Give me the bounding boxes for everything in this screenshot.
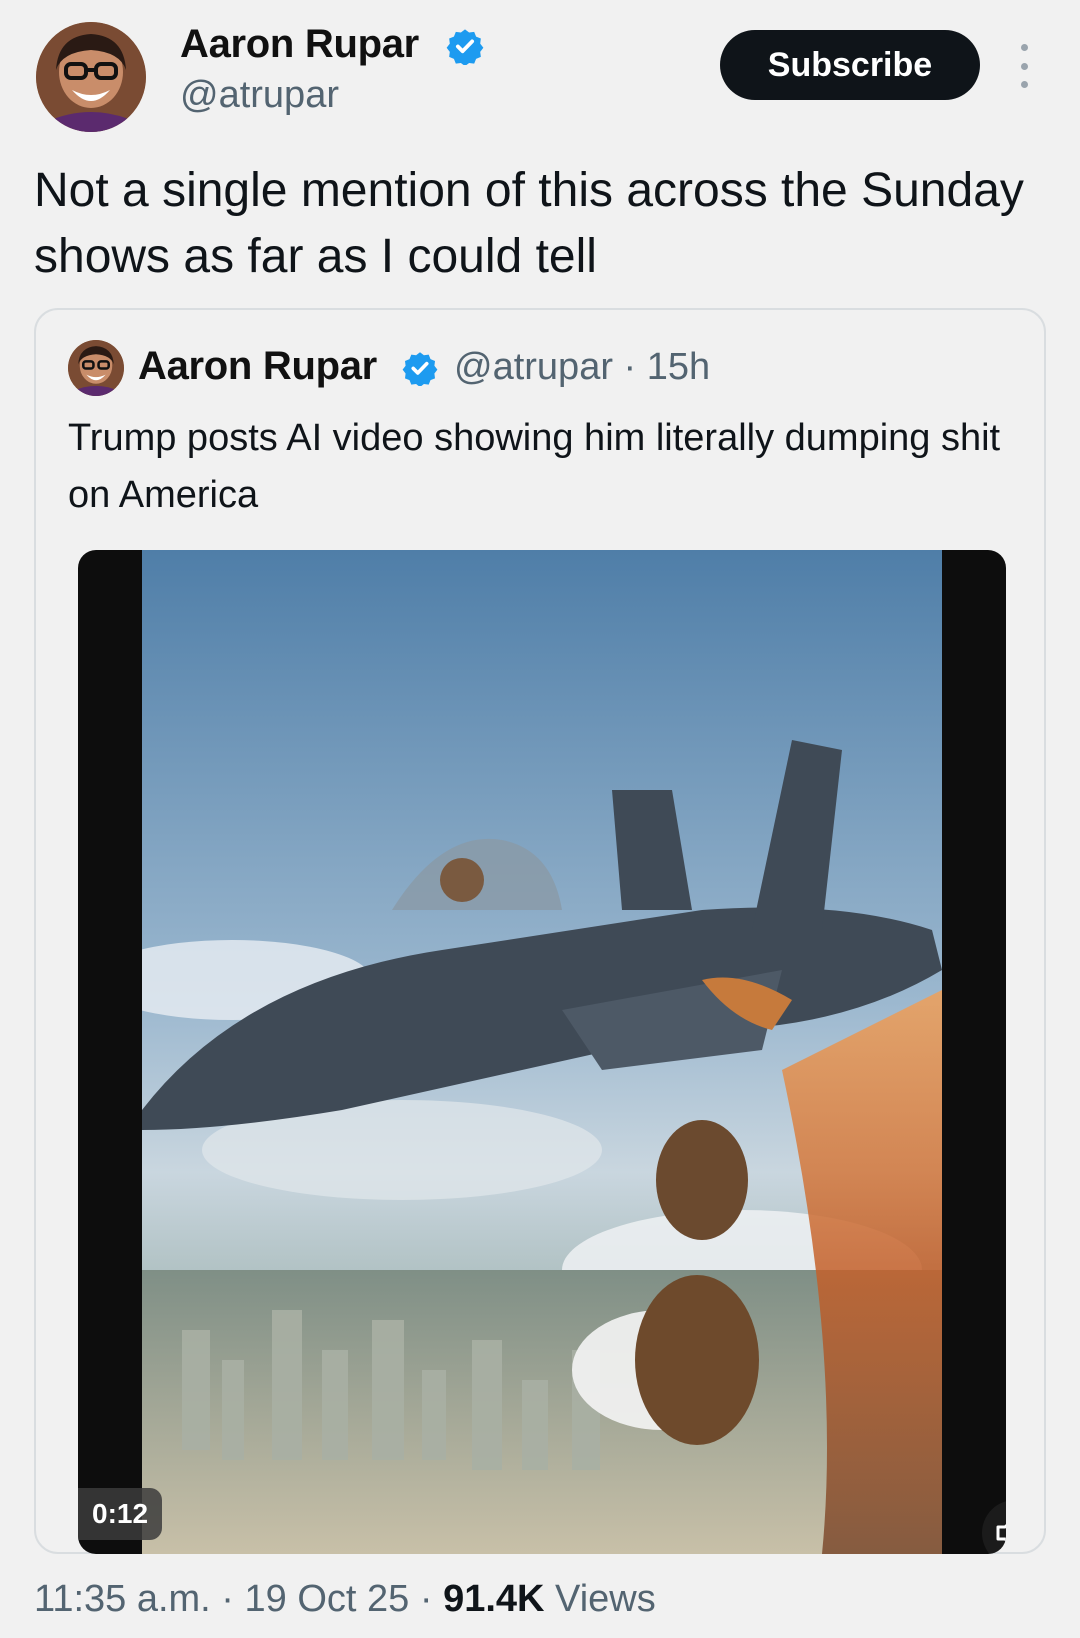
verified-badge-icon	[402, 352, 438, 386]
tweet: Aaron Rupar @atrupar Subscribe Not a sin…	[0, 0, 1080, 1638]
author-name[interactable]: Aaron Rupar	[180, 22, 419, 67]
quoted-tweet-card[interactable]: Aaron Rupar @atrupar · 15h Trump posts A…	[34, 308, 1046, 1554]
quoted-tweet-text: Trump posts AI video showing him literal…	[68, 417, 1001, 516]
quoted-handle-time: @atrupar · 15h	[454, 346, 711, 388]
quoted-author-name: Aaron Rupar	[138, 344, 377, 388]
video-duration: 0:12	[78, 1488, 163, 1540]
tweet-time[interactable]: 11:35 a.m.	[34, 1578, 211, 1620]
quoted-author-avatar	[68, 340, 124, 396]
views-count: 91.4K	[443, 1578, 545, 1620]
subscribe-button[interactable]: Subscribe	[720, 30, 980, 100]
separator: ·	[419, 1578, 433, 1620]
volume-muted-icon[interactable]	[982, 1500, 1006, 1554]
tweet-date[interactable]: 19 Oct 25	[245, 1578, 410, 1620]
separator: ·	[221, 1578, 234, 1620]
views-label: Views	[555, 1578, 656, 1620]
video-player[interactable]: 0:12	[78, 550, 1006, 1554]
tweet-footer: 11:35 a.m. · 19 Oct 25 · 91.4K Views	[34, 1578, 656, 1621]
more-vertical-icon[interactable]	[1012, 44, 1036, 88]
author-avatar[interactable]	[36, 22, 146, 132]
tweet-text: Not a single mention of this across the …	[34, 164, 1024, 283]
author-handle[interactable]: @atrupar	[180, 74, 339, 117]
verified-badge-icon	[446, 29, 484, 65]
video-thumbnail	[142, 550, 942, 1554]
